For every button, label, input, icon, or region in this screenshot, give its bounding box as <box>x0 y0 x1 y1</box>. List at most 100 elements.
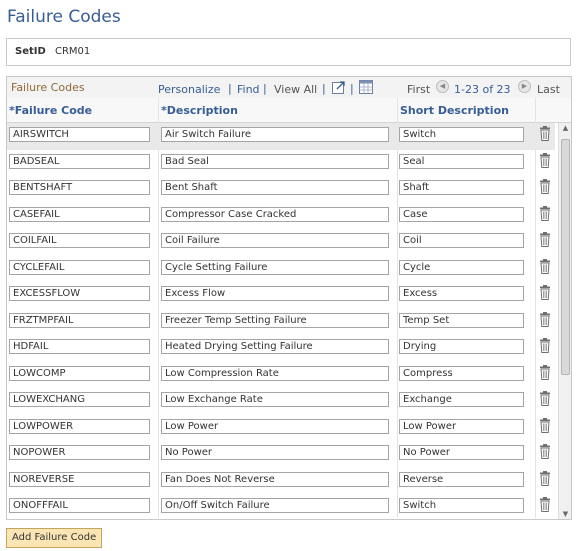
trash-icon[interactable] <box>539 232 551 247</box>
scroll-down-icon[interactable]: ▼ <box>559 509 571 519</box>
table-row: ONOFFFAIL On/Off Switch Failure Switch <box>7 494 555 519</box>
zoom-icon[interactable] <box>332 80 346 94</box>
description-input[interactable]: Excess Flow <box>161 286 389 301</box>
description-input[interactable]: Air Switch Failure <box>161 127 389 142</box>
trash-icon[interactable] <box>539 311 551 327</box>
description-input[interactable]: Bent Shaft <box>161 180 389 195</box>
short-description-input[interactable]: Shaft <box>399 180 524 195</box>
toolbar-separator: | <box>322 82 326 95</box>
trash-icon[interactable] <box>539 126 551 141</box>
setid-label: SetID <box>15 46 46 57</box>
last-link: Last <box>537 83 560 96</box>
column-header-short-description[interactable]: Short Description <box>400 104 509 117</box>
short-description-input[interactable]: Drying <box>399 339 524 354</box>
failure-code-input[interactable]: ONOFFFAIL <box>9 498 150 513</box>
table-row: NOREVERSE Fan Does Not Reverse Reverse <box>7 468 555 495</box>
column-header-failure-code[interactable]: *Failure Code <box>9 104 92 117</box>
trash-icon[interactable] <box>539 470 551 486</box>
failure-code-input[interactable]: BENTSHAFT <box>9 180 150 195</box>
toolbar-separator: | <box>263 82 267 95</box>
page-title: Failure Codes <box>7 7 121 27</box>
description-input[interactable]: Coil Failure <box>161 233 389 248</box>
description-input[interactable]: Low Power <box>161 418 389 434</box>
grid-download-icon[interactable] <box>359 80 373 94</box>
toolbar-separator: | <box>228 82 232 95</box>
vertical-scrollbar[interactable]: ▲ ▼ <box>558 123 571 519</box>
table-row: NOPOWER No Power No Power <box>7 441 555 468</box>
setid-panel: SetID CRM01 <box>6 38 571 66</box>
first-link: First <box>407 83 431 96</box>
trash-icon[interactable] <box>539 258 551 274</box>
description-input[interactable]: Freezer Temp Setting Failure <box>161 312 389 328</box>
short-description-input[interactable]: Temp Set <box>399 312 524 328</box>
setid-value: CRM01 <box>55 46 91 57</box>
table-row: LOWEXCHANG Low Exchange Rate Exchange <box>7 388 555 415</box>
short-description-input[interactable]: Switch <box>399 127 524 142</box>
table-row: AIRSWITCH Air Switch Failure Switch <box>7 123 555 150</box>
add-failure-code-button[interactable]: Add Failure Code <box>6 528 103 548</box>
short-description-input[interactable]: Exchange <box>399 392 524 407</box>
row-range: 1-23 of 23 <box>454 83 511 96</box>
trash-icon[interactable] <box>539 152 551 168</box>
description-input[interactable]: Fan Does Not Reverse <box>161 471 389 487</box>
failure-code-input[interactable]: LOWCOMP <box>9 365 150 381</box>
short-description-input[interactable]: No Power <box>399 445 524 460</box>
table-row: EXCESSFLOW Excess Flow Excess <box>7 282 555 309</box>
short-description-input[interactable]: Excess <box>399 286 524 301</box>
short-description-input[interactable]: Low Power <box>399 418 524 434</box>
trash-icon[interactable] <box>539 179 551 194</box>
failure-code-input[interactable]: COILFAIL <box>9 233 150 248</box>
failure-code-input[interactable]: EXCESSFLOW <box>9 286 150 301</box>
description-input[interactable]: Compressor Case Cracked <box>161 206 389 222</box>
failure-code-input[interactable]: LOWEXCHANG <box>9 392 150 407</box>
short-description-input[interactable]: Compress <box>399 365 524 381</box>
find-link[interactable]: Find <box>237 83 260 96</box>
short-description-input[interactable]: Case <box>399 206 524 222</box>
description-input[interactable]: Low Compression Rate <box>161 365 389 381</box>
trash-icon[interactable] <box>539 364 551 380</box>
trash-icon[interactable] <box>539 205 551 221</box>
failure-code-input[interactable]: BADSEAL <box>9 153 150 169</box>
short-description-input[interactable]: Reverse <box>399 471 524 487</box>
table-row: CYCLEFAIL Cycle Setting Failure Cycle <box>7 256 555 283</box>
trash-icon[interactable] <box>539 417 551 433</box>
description-input[interactable]: On/Off Switch Failure <box>161 498 389 513</box>
failure-code-input[interactable]: AIRSWITCH <box>9 127 150 142</box>
trash-icon[interactable] <box>539 391 551 406</box>
failure-code-input[interactable]: NOREVERSE <box>9 471 150 487</box>
description-input[interactable]: Low Exchange Rate <box>161 392 389 407</box>
description-input[interactable]: Heated Drying Setting Failure <box>161 339 389 354</box>
failure-code-input[interactable]: CYCLEFAIL <box>9 259 150 275</box>
grid-toolbar: Failure Codes Personalize | Find | View … <box>7 77 571 99</box>
failure-codes-grid: Failure Codes Personalize | Find | View … <box>6 76 572 520</box>
description-input[interactable]: Cycle Setting Failure <box>161 259 389 275</box>
description-input[interactable]: Bad Seal <box>161 153 389 169</box>
failure-code-input[interactable]: CASEFAIL <box>9 206 150 222</box>
table-row: LOWCOMP Low Compression Rate Compress <box>7 362 555 389</box>
view-all-link[interactable]: View All <box>274 83 317 96</box>
column-header-row: *Failure Code *Description Short Descrip… <box>7 98 571 123</box>
failure-code-input[interactable]: LOWPOWER <box>9 418 150 434</box>
table-row: COILFAIL Coil Failure Coil <box>7 229 555 256</box>
short-description-input[interactable]: Coil <box>399 233 524 248</box>
scroll-up-icon[interactable]: ▲ <box>559 123 571 133</box>
failure-code-input[interactable]: HDFAIL <box>9 339 150 354</box>
table-row: HDFAIL Heated Drying Setting Failure Dryin… <box>7 335 555 362</box>
short-description-input[interactable]: Cycle <box>399 259 524 275</box>
table-row: FRZTMPFAIL Freezer Temp Setting Failure Te… <box>7 309 555 336</box>
description-input[interactable]: No Power <box>161 445 389 460</box>
failure-code-input[interactable]: NOPOWER <box>9 445 150 460</box>
column-header-description[interactable]: *Description <box>161 104 238 117</box>
trash-icon[interactable] <box>539 338 551 353</box>
trash-icon[interactable] <box>539 497 551 512</box>
scroll-thumb[interactable] <box>561 139 570 375</box>
trash-icon[interactable] <box>539 285 551 300</box>
table-row: LOWPOWER Low Power Low Power <box>7 415 555 442</box>
personalize-link[interactable]: Personalize <box>158 83 220 96</box>
failure-code-input[interactable]: FRZTMPFAIL <box>9 312 150 328</box>
trash-icon[interactable] <box>539 444 551 459</box>
grid-title: Failure Codes <box>11 81 85 94</box>
short-description-input[interactable]: Seal <box>399 153 524 169</box>
short-description-input[interactable]: Switch <box>399 498 524 513</box>
table-row: BENTSHAFT Bent Shaft Shaft <box>7 176 555 203</box>
